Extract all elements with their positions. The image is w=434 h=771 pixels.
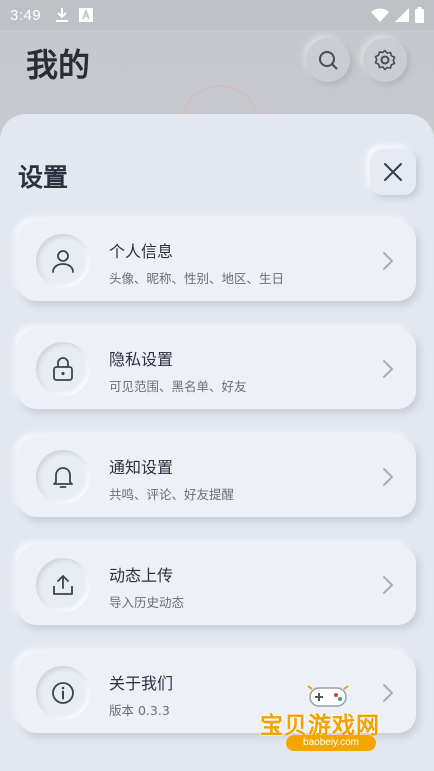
item-icon-container xyxy=(36,450,90,504)
item-subtitle: 头像、昵称、性别、地区、生日 xyxy=(109,271,285,286)
item-title: 动态上传 xyxy=(109,566,174,585)
item-subtitle: 版本 0.3.3 xyxy=(109,703,170,718)
search-icon xyxy=(319,51,338,70)
close-button[interactable] xyxy=(370,149,416,195)
settings-item-upload[interactable]: 动态上传 导入历史动态 xyxy=(18,545,416,625)
item-title: 关于我们 xyxy=(109,674,174,693)
settings-button[interactable] xyxy=(363,38,407,82)
text-a-icon xyxy=(79,8,94,22)
settings-sheet: 设置 个人信息 头像、昵称、性别、地区、生日 隐私设置 可见范围、黑名单、好友 … xyxy=(0,114,434,771)
upload-icon xyxy=(53,575,73,595)
item-icon-container xyxy=(36,666,90,720)
lock-icon xyxy=(53,357,73,381)
battery-icon xyxy=(415,7,424,23)
watermark-url: baobeiy.com xyxy=(286,735,376,751)
page-title: 我的 xyxy=(26,46,91,84)
settings-item-notifications[interactable]: 通知设置 共鸣、评论、好友提醒 xyxy=(18,437,416,517)
item-subtitle: 共鸣、评论、好友提醒 xyxy=(109,487,235,502)
chevron-right-icon xyxy=(383,576,393,594)
item-icon-container xyxy=(36,558,90,612)
item-icon-container xyxy=(36,342,90,396)
search-button[interactable] xyxy=(306,38,350,82)
item-subtitle: 导入历史动态 xyxy=(109,595,185,610)
watermark: 宝贝游戏网 baobeiy.com xyxy=(258,676,408,766)
close-icon xyxy=(384,163,402,181)
chevron-right-icon xyxy=(383,360,393,378)
signal-icon xyxy=(395,8,409,22)
item-title: 通知设置 xyxy=(109,458,174,477)
info-icon xyxy=(52,682,74,704)
wifi-icon xyxy=(371,8,389,22)
gear-icon xyxy=(374,49,396,71)
settings-item-privacy[interactable]: 隐私设置 可见范围、黑名单、好友 xyxy=(18,329,416,409)
item-title: 隐私设置 xyxy=(109,350,174,369)
item-title: 个人信息 xyxy=(109,242,174,261)
chevron-right-icon xyxy=(383,252,393,270)
item-icon-container xyxy=(36,234,90,288)
chevron-right-icon xyxy=(383,468,393,486)
item-subtitle: 可见范围、黑名单、好友 xyxy=(109,379,247,394)
sheet-title: 设置 xyxy=(18,163,69,192)
settings-item-personal-info[interactable]: 个人信息 头像、昵称、性别、地区、生日 xyxy=(18,221,416,301)
status-time: 3:49 xyxy=(10,6,42,24)
bell-icon xyxy=(53,467,73,488)
download-icon xyxy=(56,8,69,22)
status-bar: 3:49 xyxy=(0,0,434,30)
user-icon xyxy=(52,250,74,273)
